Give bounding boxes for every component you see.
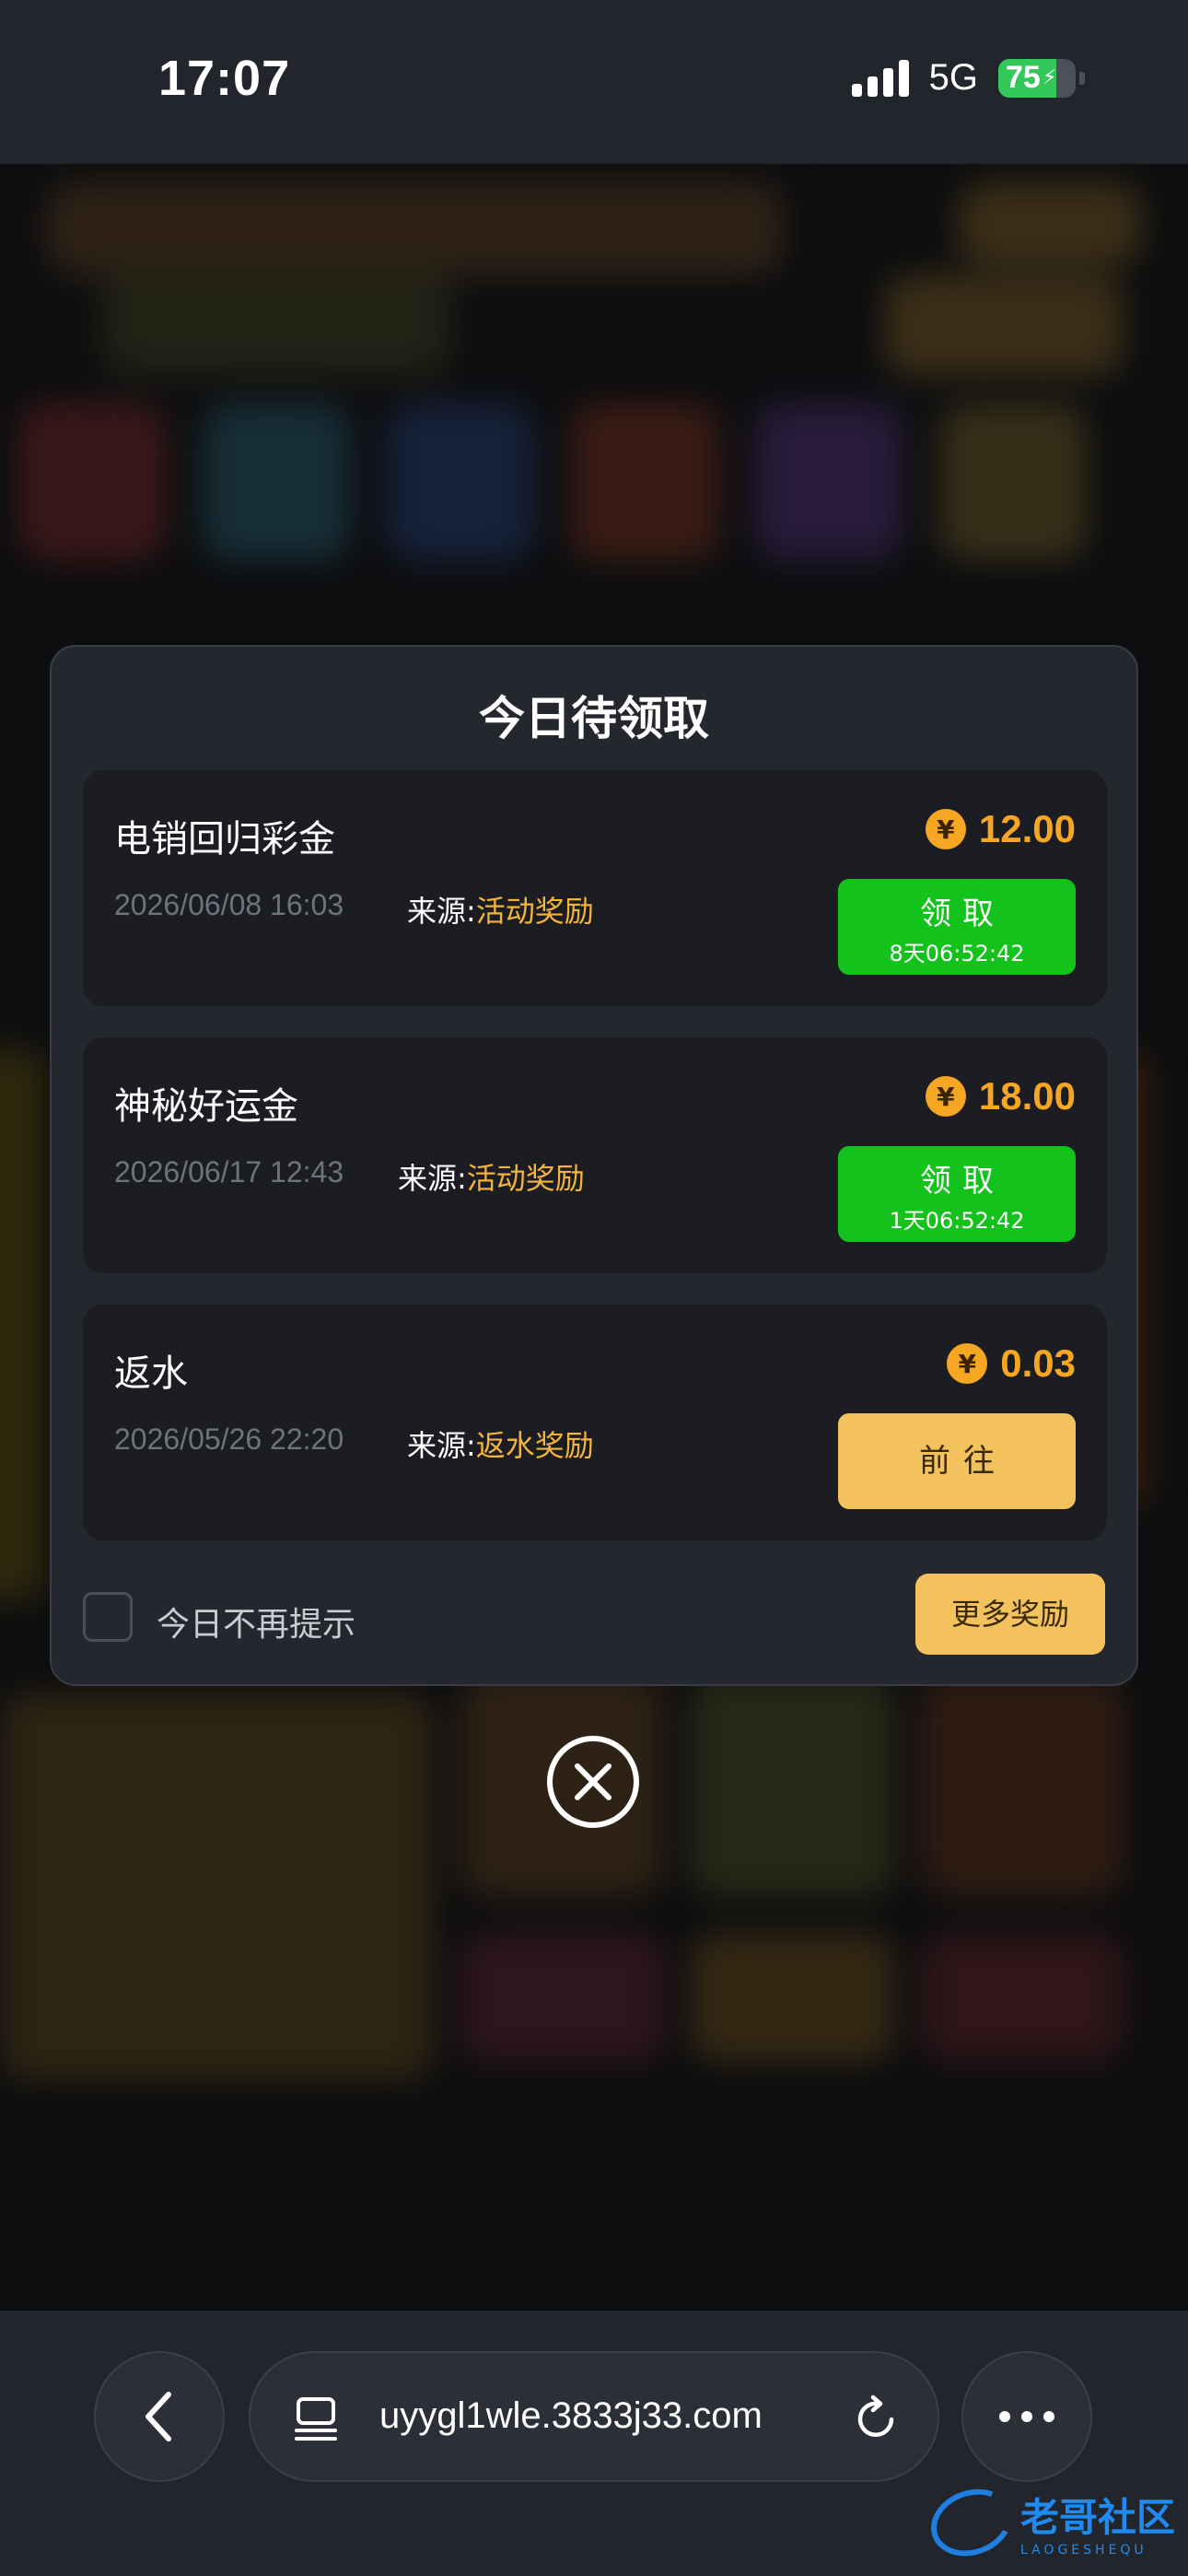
battery-percent: 75 — [1006, 60, 1041, 95]
coin-icon: ¥ — [925, 1076, 966, 1117]
watermark-en: LAOGESHEQU — [1019, 2543, 1147, 2558]
reward-amount: ¥ 0.03 — [947, 1341, 1076, 1386]
go-button[interactable]: 前往 — [838, 1413, 1076, 1509]
reward-card: 神秘好运金 2026/06/17 12:43 来源:活动奖励 ¥ 18.00 领… — [83, 1037, 1107, 1273]
status-time: 17:07 — [158, 51, 291, 106]
dont-show-checkbox[interactable] — [83, 1592, 133, 1642]
source-label: 来源: — [407, 1428, 476, 1463]
back-button[interactable] — [94, 2351, 225, 2482]
close-icon — [575, 1763, 611, 1800]
watermark-text: 老哥社区 LAOGESHEQU — [1020, 2487, 1175, 2558]
claim-button[interactable]: 领取 8天06:52:42 — [838, 879, 1076, 975]
chevron-left-icon — [146, 2392, 171, 2441]
page-icon — [295, 2397, 337, 2441]
reward-source: 来源:活动奖励 — [398, 1155, 585, 1198]
reward-source: 来源:活动奖励 — [407, 888, 594, 931]
claim-button-label: 领取 — [920, 896, 1005, 932]
reward-source: 来源:返水奖励 — [407, 1423, 594, 1465]
close-modal-button[interactable] — [547, 1736, 639, 1828]
reward-date: 2026/06/08 16:03 — [114, 888, 344, 921]
claim-button-label: 领取 — [920, 1163, 1005, 1200]
status-bar: 17:07 5G 75 ⚡ — [0, 0, 1188, 164]
reward-name: 电销回归彩金 — [114, 818, 335, 861]
reward-date: 2026/05/26 22:20 — [114, 1423, 344, 1456]
coin-icon: ¥ — [947, 1343, 988, 1384]
source-label: 来源: — [398, 1161, 467, 1196]
more-options-button[interactable] — [961, 2351, 1092, 2482]
claim-button[interactable]: 领取 1天06:52:42 — [838, 1146, 1076, 1242]
source-value: 活动奖励 — [475, 894, 594, 929]
watermark: 老哥社区 LAOGESHEQU — [921, 2477, 1175, 2567]
battery-icon: 75 ⚡ — [998, 58, 1076, 98]
url-text: uyygl1wle.3833j33.com — [379, 2395, 763, 2436]
signal-icon — [851, 59, 909, 97]
reward-name: 神秘好运金 — [114, 1085, 298, 1128]
more-rewards-button[interactable]: 更多奖励 — [915, 1574, 1105, 1655]
status-indicators: 5G 75 ⚡ — [851, 57, 1085, 99]
modal-footer: 今日不再提示 更多奖励 — [83, 1574, 1105, 1658]
amount-value: 0.03 — [1000, 1341, 1076, 1385]
source-label: 来源: — [407, 894, 476, 929]
coin-icon: ¥ — [925, 809, 966, 849]
reward-amount: ¥ 18.00 — [925, 1074, 1076, 1118]
screen: 17:07 5G 75 ⚡ 今日待领取 电销回归彩金 2026/06/08 16… — [0, 0, 1188, 2576]
watermark-logo-icon — [921, 2477, 1022, 2567]
reload-icon[interactable] — [851, 2394, 901, 2443]
claim-countdown: 8天06:52:42 — [889, 941, 1025, 966]
modal-title: 今日待领取 — [479, 692, 709, 745]
claim-rewards-modal: 今日待领取 电销回归彩金 2026/06/08 16:03 来源:活动奖励 ¥ … — [50, 645, 1138, 1686]
dot — [999, 2411, 1010, 2422]
reward-card: 返水 2026/05/26 22:20 来源:返水奖励 ¥ 0.03 前往 — [83, 1305, 1107, 1540]
source-value: 活动奖励 — [466, 1161, 585, 1196]
network-type: 5G — [928, 57, 978, 98]
reward-amount: ¥ 12.00 — [925, 807, 1076, 851]
battery-tip — [1079, 71, 1085, 85]
claim-countdown: 1天06:52:42 — [889, 1208, 1025, 1234]
address-bar[interactable]: uyygl1wle.3833j33.com — [249, 2351, 939, 2482]
source-value: 返水奖励 — [475, 1428, 594, 1463]
watermark-cn: 老哥社区 — [1019, 2495, 1175, 2540]
dot — [1021, 2411, 1032, 2422]
charging-icon: ⚡ — [1042, 66, 1057, 89]
dot — [1043, 2411, 1054, 2422]
amount-value: 12.00 — [978, 807, 1076, 850]
reward-name: 返水 — [114, 1352, 188, 1395]
amount-value: 18.00 — [978, 1074, 1076, 1118]
reward-card: 电销回归彩金 2026/06/08 16:03 来源:活动奖励 ¥ 12.00 … — [83, 770, 1107, 1006]
reward-date: 2026/06/17 12:43 — [114, 1155, 344, 1188]
dont-show-label[interactable]: 今日不再提示 — [157, 1598, 355, 1645]
